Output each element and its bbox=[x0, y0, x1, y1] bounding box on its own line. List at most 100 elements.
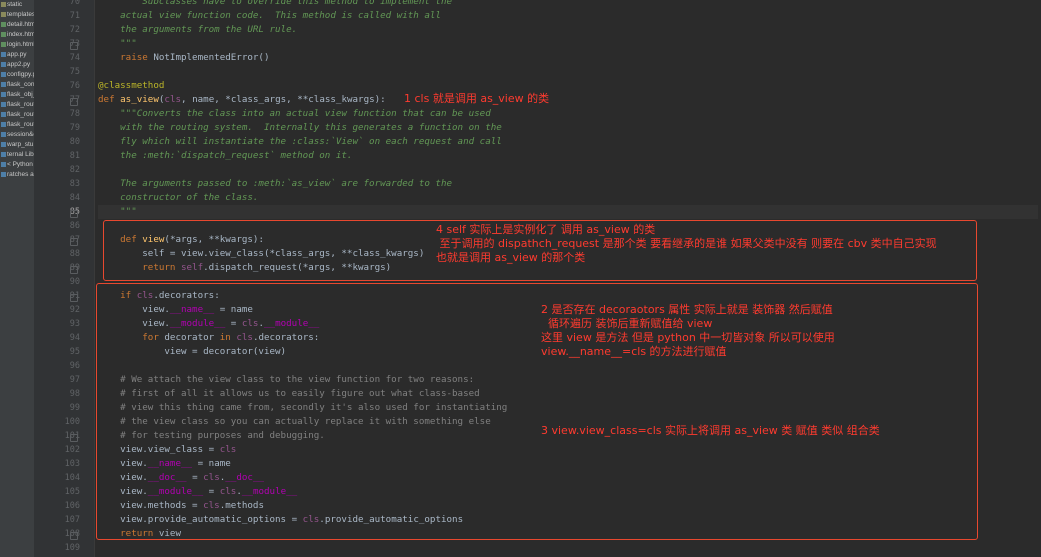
sidebar-file-item[interactable]: flask_route bbox=[0, 110, 34, 120]
code-line[interactable]: with the routing system. Internally this… bbox=[98, 121, 502, 135]
annotation-note-2-line-1: 2 是否存在 decoraotors 属性 实际上就是 装饰器 然后赋值 bbox=[541, 303, 833, 316]
sidebar-file-item[interactable]: ratches and bbox=[0, 170, 34, 180]
line-number: 99 bbox=[69, 403, 80, 413]
file-icon bbox=[1, 51, 6, 57]
code-token: cls bbox=[164, 94, 182, 105]
file-icon bbox=[1, 141, 6, 147]
file-icon bbox=[1, 41, 6, 47]
code-token: the arguments from the URL rule. bbox=[98, 24, 298, 35]
sidebar-file-item[interactable]: static bbox=[0, 0, 34, 10]
fold-marker-icon[interactable] bbox=[70, 266, 78, 274]
line-number-gutter: 70 71 72 73 74 75 76 77 78 79 80 81 82 83 84 85 86 87 88 89… bbox=[34, 0, 95, 557]
line-number: 71 bbox=[69, 11, 80, 21]
sidebar-file-label: detail.html bbox=[7, 21, 34, 28]
code-token: Subclasses have to override this method … bbox=[98, 0, 453, 7]
code-line[interactable]: actual view function code. This method i… bbox=[98, 9, 441, 23]
sidebar-file-item[interactable]: flask_route bbox=[0, 120, 34, 130]
sidebar-file-item[interactable]: flask_obj_c bbox=[0, 90, 34, 100]
sidebar-file-item[interactable]: detail.html bbox=[0, 20, 34, 30]
annotation-note-1: 1 cls 就是调用 as_view 的类 bbox=[404, 92, 550, 105]
sidebar-file-label: flask_route bbox=[7, 101, 34, 108]
line-number: 76 bbox=[69, 81, 80, 91]
code-token: """ bbox=[98, 206, 137, 217]
code-token: NotImplementedError() bbox=[153, 52, 270, 63]
code-token: """Converts the class into an actual vie… bbox=[98, 108, 491, 119]
fold-marker-icon[interactable] bbox=[70, 42, 78, 50]
code-token: as_view bbox=[120, 94, 159, 105]
line-number: 75 bbox=[69, 67, 80, 77]
code-line[interactable]: """ bbox=[98, 37, 137, 51]
sidebar-file-item[interactable]: app2.py bbox=[0, 60, 34, 70]
code-line[interactable]: Subclasses have to override this method … bbox=[98, 0, 452, 9]
file-icon bbox=[1, 171, 6, 177]
line-number: 107 bbox=[64, 515, 80, 525]
line-number: 105 bbox=[64, 487, 80, 497]
line-number: 103 bbox=[64, 459, 80, 469]
code-line[interactable]: raise NotImplementedError() bbox=[98, 51, 270, 65]
file-icon bbox=[1, 101, 6, 107]
file-icon bbox=[1, 1, 6, 7]
sidebar-file-item[interactable]: flask_config bbox=[0, 80, 34, 90]
code-line[interactable]: @classmethod bbox=[98, 79, 164, 93]
sidebar-file-label: app.py bbox=[7, 51, 27, 58]
fold-marker-icon[interactable] bbox=[70, 532, 78, 540]
code-token: @classmethod bbox=[98, 80, 165, 91]
project-sidebar: static templates detail.html index.html logi… bbox=[0, 0, 35, 557]
code-line[interactable]: the arguments from the URL rule. bbox=[98, 23, 297, 37]
line-number: 83 bbox=[69, 179, 80, 189]
line-number: 92 bbox=[69, 305, 80, 315]
annotation-note-2-line-3: 这里 view 是方法 但是 python 中一切皆对象 所以可以使用 bbox=[541, 331, 835, 344]
line-number: 82 bbox=[69, 165, 80, 175]
line-number: 109 bbox=[64, 543, 80, 553]
sidebar-file-item[interactable]: login.html bbox=[0, 40, 34, 50]
line-number: 95 bbox=[69, 347, 80, 357]
code-token: """ bbox=[98, 38, 137, 49]
annotation-note-4-line-3: 也就是调用 as_view 的那个类 bbox=[436, 251, 586, 264]
line-number: 74 bbox=[69, 53, 80, 63]
sidebar-file-label: templates bbox=[7, 11, 34, 18]
file-icon bbox=[1, 91, 6, 97]
code-line[interactable]: """ bbox=[98, 205, 137, 219]
fold-marker-icon[interactable] bbox=[70, 98, 78, 106]
fold-marker-icon[interactable] bbox=[70, 294, 78, 302]
sidebar-file-item[interactable]: app.py bbox=[0, 50, 34, 60]
code-line[interactable]: """Converts the class into an actual vie… bbox=[98, 107, 491, 121]
file-icon bbox=[1, 11, 6, 17]
sidebar-file-label: login.html bbox=[7, 41, 34, 48]
sidebar-file-item[interactable]: ternal Libra bbox=[0, 150, 34, 160]
fold-marker-icon[interactable] bbox=[70, 238, 78, 246]
line-number: 81 bbox=[69, 151, 80, 161]
annotation-note-2-line-2: 循环遍历 装饰后重新赋值给 view bbox=[541, 317, 713, 330]
sidebar-file-label: flask_obj_c bbox=[7, 91, 34, 98]
line-number: 90 bbox=[69, 277, 80, 287]
sidebar-file-item[interactable]: < Python 3 bbox=[0, 160, 34, 170]
sidebar-file-item[interactable]: templates bbox=[0, 10, 34, 20]
line-number: 88 bbox=[69, 249, 80, 259]
sidebar-file-item[interactable]: configpy.py bbox=[0, 70, 34, 80]
file-icon bbox=[1, 161, 6, 167]
sidebar-file-label: app2.py bbox=[7, 61, 31, 68]
code-token: The arguments passed to :meth:`as_view` … bbox=[98, 178, 453, 189]
code-line[interactable]: The arguments passed to :meth:`as_view` … bbox=[98, 177, 452, 191]
sidebar-file-item[interactable]: warp_stu.p bbox=[0, 140, 34, 150]
code-line[interactable]: constructor of the class. bbox=[98, 191, 258, 205]
sidebar-file-item[interactable]: index.html bbox=[0, 30, 34, 40]
file-icon bbox=[1, 81, 6, 87]
sidebar-file-label: static bbox=[7, 1, 23, 8]
line-number: 104 bbox=[64, 473, 80, 483]
line-number: 106 bbox=[64, 501, 80, 511]
line-number: 79 bbox=[69, 123, 80, 133]
code-line[interactable]: fly which will instantiate the :class:`V… bbox=[98, 135, 502, 149]
sidebar-file-label: < Python 3 bbox=[7, 161, 34, 168]
sidebar-file-item[interactable]: session&c bbox=[0, 130, 34, 140]
fold-marker-icon[interactable] bbox=[70, 434, 78, 442]
sidebar-file-item[interactable]: flask_route bbox=[0, 100, 34, 110]
fold-marker-icon[interactable] bbox=[70, 210, 78, 218]
line-number: 78 bbox=[69, 109, 80, 119]
file-icon bbox=[1, 31, 6, 37]
line-number: 86 bbox=[69, 221, 80, 231]
code-line[interactable]: def as_view(cls, name, *class_args, **cl… bbox=[98, 93, 386, 107]
annotation-note-4-line-1: 4 self 实际上是实例化了 调用 as_view 的类 bbox=[436, 223, 656, 236]
code-line[interactable]: the :meth:`dispatch_request` method on i… bbox=[98, 149, 352, 163]
line-number: 84 bbox=[69, 193, 80, 203]
